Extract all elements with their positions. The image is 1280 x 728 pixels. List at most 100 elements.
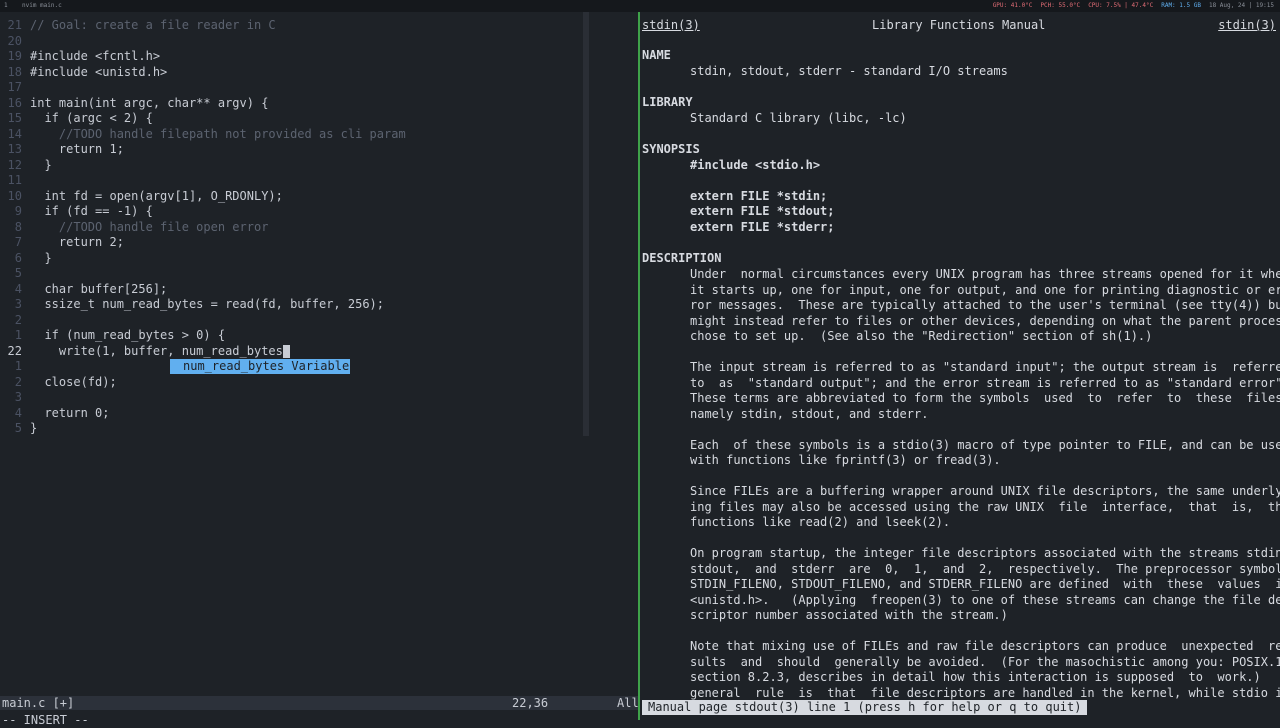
status-cursor-position: 22,36: [512, 696, 549, 710]
completion-popup-item[interactable]: num_read_bytes Variable: [170, 359, 350, 374]
description-line: Since FILEs are a buffering wrapper arou…: [690, 484, 1280, 498]
code-text: #include <fcntl.h>: [30, 49, 161, 63]
code-line[interactable]: 9 if (fd == -1) {: [0, 204, 580, 220]
line-number: 11: [7, 173, 22, 187]
line-number: 6: [14, 250, 22, 265]
code-line[interactable]: 5: [0, 266, 580, 282]
code-text: int main(int argc, char** argv) {: [30, 95, 269, 110]
description-line: functions like read(2) and lseek(2).: [690, 515, 951, 529]
editor-statusline: main.c [+] 22,36 All: [0, 696, 639, 710]
code-line[interactable]: 16 int main(int argc, char** argv) {: [0, 96, 580, 112]
description-line: sults and should generally be avoided. (…: [690, 654, 1280, 669]
code-line[interactable]: 5}: [0, 421, 580, 437]
pch-temp: PCH: 55.0°C: [1040, 2, 1081, 9]
code-text: return 0;: [30, 405, 110, 420]
synopsis-stderr: extern FILE *stderr;: [690, 220, 835, 234]
description-line: with functions like fprintf(3) or fread(…: [690, 453, 1001, 467]
code-line[interactable]: 2 close(fd);: [0, 375, 580, 391]
system-status: GPU: 41.0°C PCH: 55.0°C CPU: 7.5% | 47.4…: [993, 0, 1274, 12]
line-number: 1: [14, 359, 22, 373]
code-text: char buffer[256];: [30, 281, 168, 296]
code-text: close(fd);: [30, 374, 117, 389]
code-line[interactable]: 10 int fd = open(argv[1], O_RDONLY);: [0, 189, 580, 205]
description-line: stdout, and stderr are 0, 1, and 2, resp…: [690, 561, 1280, 576]
code-line[interactable]: 1 if (num_read_bytes > 0) {: [0, 328, 580, 344]
line-number: 9: [14, 204, 22, 218]
line-number: 14: [7, 126, 22, 141]
code-line[interactable]: 3: [0, 390, 580, 406]
line-number: 10: [7, 188, 22, 203]
description-line: might instead refer to files or other de…: [690, 313, 1280, 328]
line-number: 18: [7, 64, 22, 79]
line-number: 20: [7, 33, 22, 48]
man-page-pane[interactable]: stdin(3) Library Functions Manual stdin(…: [640, 12, 1280, 720]
line-number: 13: [7, 142, 22, 156]
code-text: //TODO handle file open error: [30, 219, 269, 234]
code-text: }: [30, 157, 52, 172]
line-number: 5: [14, 421, 22, 435]
description-line: scriptor number associated with the stre…: [690, 608, 1008, 622]
line-number: 4: [14, 405, 22, 420]
line-number: 16: [7, 95, 22, 110]
code-text: return 1;: [30, 142, 124, 156]
description-line: ror messages. These are typically attach…: [690, 298, 1280, 312]
description-line: STDIN_FILENO, STDOUT_FILENO, and STDERR_…: [690, 577, 1280, 591]
description-line: On program startup, the integer file des…: [690, 546, 1280, 560]
code-line[interactable]: 18 #include <unistd.h>: [0, 65, 580, 81]
description-line: chose to set up. (See also the "Redirect…: [690, 329, 1153, 343]
code-line[interactable]: 13 return 1;: [0, 142, 580, 158]
pager-status-line: Manual page stdout(3) line 1 (press h fo…: [642, 700, 1088, 715]
window-title: nvim main.c: [22, 2, 62, 9]
code-editor-pane[interactable]: 21// Goal: create a file reader in C 20 19…: [0, 12, 639, 727]
code-text: if (fd == -1) {: [30, 204, 153, 218]
description-line: The input stream is referred to as "stan…: [690, 360, 1280, 374]
line-number: 17: [7, 80, 22, 94]
code-line[interactable]: 2: [0, 313, 580, 329]
ram-usage: RAM: 1.5 GB: [1161, 2, 1201, 9]
code-text: //TODO handle filepath not provided as c…: [30, 126, 406, 141]
code-line[interactable]: 11: [0, 173, 580, 189]
code-line[interactable]: 6 }: [0, 251, 580, 267]
description-line: Each of these symbols is a stdio(3) macr…: [690, 437, 1280, 452]
system-top-bar: 1 nvim main.c GPU: 41.0°C PCH: 55.0°C CP…: [0, 0, 1280, 12]
status-scroll-percent: All: [617, 696, 639, 710]
description-line: These terms are abbreviated to form the …: [690, 391, 1280, 405]
code-line[interactable]: 17: [0, 80, 580, 96]
synopsis-include: #include <stdio.h>: [690, 158, 821, 172]
line-number: 12: [7, 157, 22, 172]
line-number: 3: [14, 297, 22, 311]
line-number: 19: [7, 49, 22, 63]
code-line[interactable]: 4 return 0;: [0, 406, 580, 422]
line-number: 4: [14, 281, 22, 296]
line-number: 1: [14, 328, 22, 342]
text-cursor: [282, 344, 290, 358]
description-line: namely stdin, stdout, and stderr.: [690, 406, 929, 421]
code-text: #include <unistd.h>: [30, 64, 168, 79]
code-line[interactable]: 4 char buffer[256];: [0, 282, 580, 298]
code-text: if (num_read_bytes > 0) {: [30, 328, 226, 342]
line-number: 7: [14, 235, 22, 249]
description-line: <unistd.h>. (Applying freopen(3) to one …: [690, 592, 1280, 607]
description-line: Note that mixing use of FILEs and raw fi…: [690, 639, 1280, 653]
code-line[interactable]: 15 if (argc < 2) {: [0, 111, 580, 127]
editor-scrollbar[interactable]: [583, 12, 589, 436]
code-line[interactable]: 12 }: [0, 158, 580, 174]
synopsis-stdout: extern FILE *stdout;: [690, 204, 835, 218]
code-text: if (argc < 2) {: [30, 111, 153, 125]
code-line[interactable]: 20: [0, 34, 580, 50]
section-description-heading: DESCRIPTION: [642, 251, 722, 265]
man-header-left: stdin(3): [642, 18, 700, 32]
code-text: ssize_t num_read_bytes = read(fd, buffer…: [30, 297, 385, 311]
line-number: 15: [7, 111, 22, 125]
code-line[interactable]: 8 //TODO handle file open error: [0, 220, 580, 236]
code-line[interactable]: 14 //TODO handle filepath not provided a…: [0, 127, 580, 143]
workspace-indicator[interactable]: 1: [4, 0, 8, 12]
code-line[interactable]: 7 return 2;: [0, 235, 580, 251]
code-line[interactable]: 22 write(1, buffer, num_read_bytes: [0, 344, 580, 360]
code-line[interactable]: 21 // Goal: create a file reader in C: [0, 18, 580, 34]
datetime: 18 Aug, 24 | 19:15: [1208, 2, 1274, 9]
line-number: 21: [7, 18, 22, 32]
code-line[interactable]: 3 ssize_t num_read_bytes = read(fd, buff…: [0, 297, 580, 313]
code-line[interactable]: 19 #include <fcntl.h>: [0, 49, 580, 65]
library-text: Standard C library (libc, -lc): [690, 111, 907, 125]
